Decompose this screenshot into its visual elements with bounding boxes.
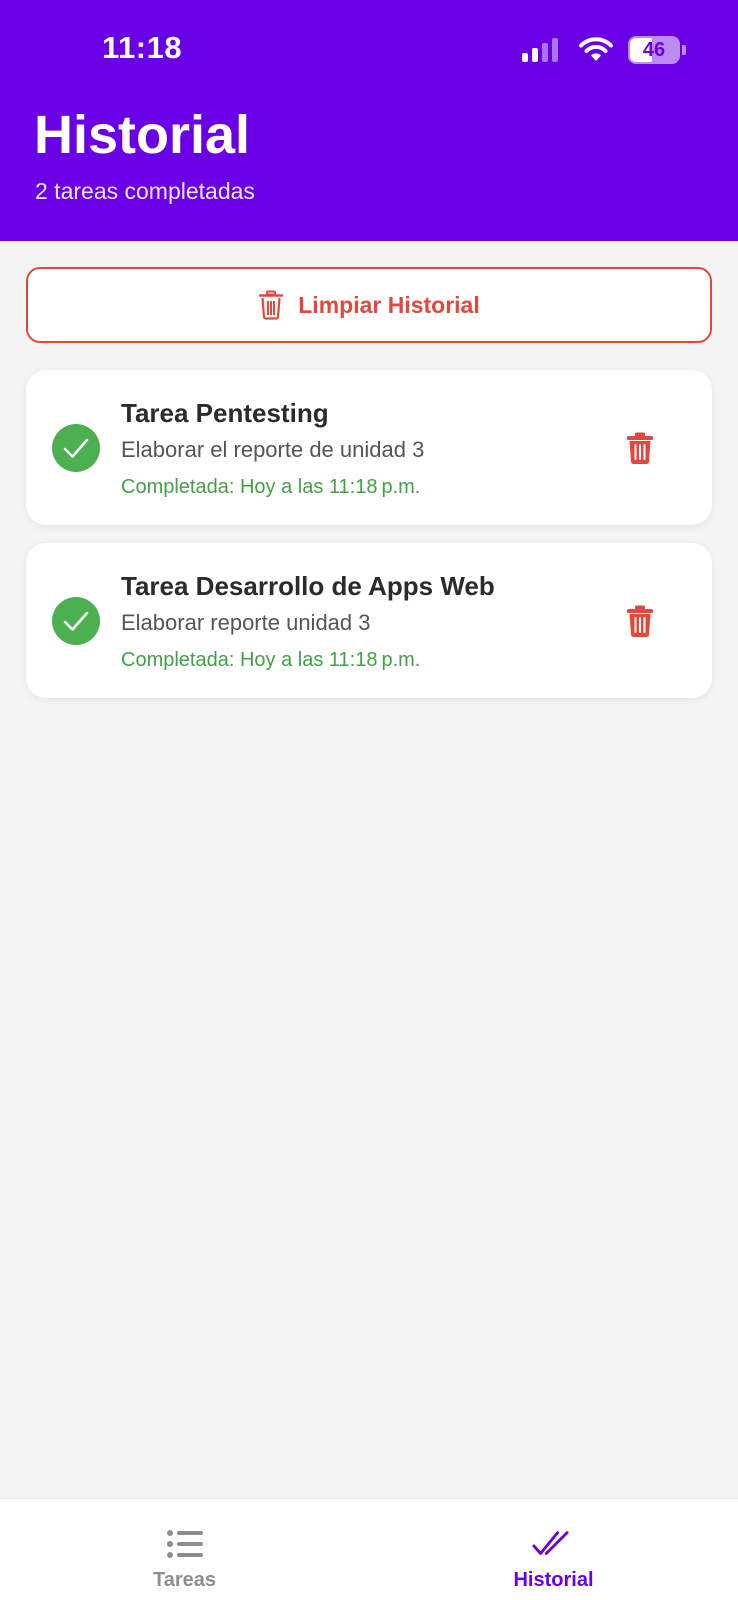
clear-history-label: Limpiar Historial: [298, 291, 480, 318]
double-check-icon: [532, 1531, 569, 1555]
battery-tip: [682, 45, 686, 55]
app-screen: 11:18 46 Historial 2 tareas completadas: [0, 0, 738, 1600]
tab-historial[interactable]: Historial: [369, 1499, 738, 1600]
trash-icon: [627, 432, 653, 464]
battery-icon: 46: [628, 36, 680, 64]
check-circle-icon: [52, 424, 100, 472]
task-title: Tarea Pentesting: [121, 398, 329, 428]
task-card[interactable]: Tarea Pentesting Elaborar el reporte de …: [26, 370, 712, 525]
task-card[interactable]: Tarea Desarrollo de Apps Web Elaborar re…: [26, 543, 712, 698]
page-subtitle: 2 tareas completadas: [35, 178, 255, 204]
bottom-nav: Tareas Historial: [0, 1498, 738, 1600]
task-description: Elaborar reporte unidad 3: [121, 610, 371, 635]
page-title: Historial: [34, 105, 251, 165]
task-completed-date: Completada: Hoy a las 11:18 p.m.: [121, 476, 421, 498]
header: 11:18 46 Historial 2 tareas completadas: [0, 0, 738, 241]
tab-tareas-label: Tareas: [152, 1569, 216, 1591]
signal-icon: [522, 38, 558, 62]
wifi-icon: [579, 37, 613, 61]
delete-task-button[interactable]: [626, 605, 656, 639]
trash-icon: [627, 605, 653, 637]
task-completed-date: Completada: Hoy a las 11:18 p.m.: [121, 649, 421, 671]
tab-historial-label: Historial: [513, 1569, 594, 1591]
status-time: 11:18: [102, 30, 183, 65]
clear-history-button[interactable]: Limpiar Historial: [26, 267, 712, 343]
check-circle-icon: [52, 597, 100, 645]
list-icon: [167, 1530, 203, 1558]
task-description: Elaborar el reporte de unidad 3: [121, 437, 425, 462]
task-title: Tarea Desarrollo de Apps Web: [121, 571, 495, 601]
delete-task-button[interactable]: [626, 432, 656, 466]
battery-level: 46: [642, 39, 666, 61]
tab-tareas[interactable]: Tareas: [0, 1499, 369, 1600]
trash-icon: [259, 290, 284, 320]
status-icons: 46: [522, 36, 686, 64]
